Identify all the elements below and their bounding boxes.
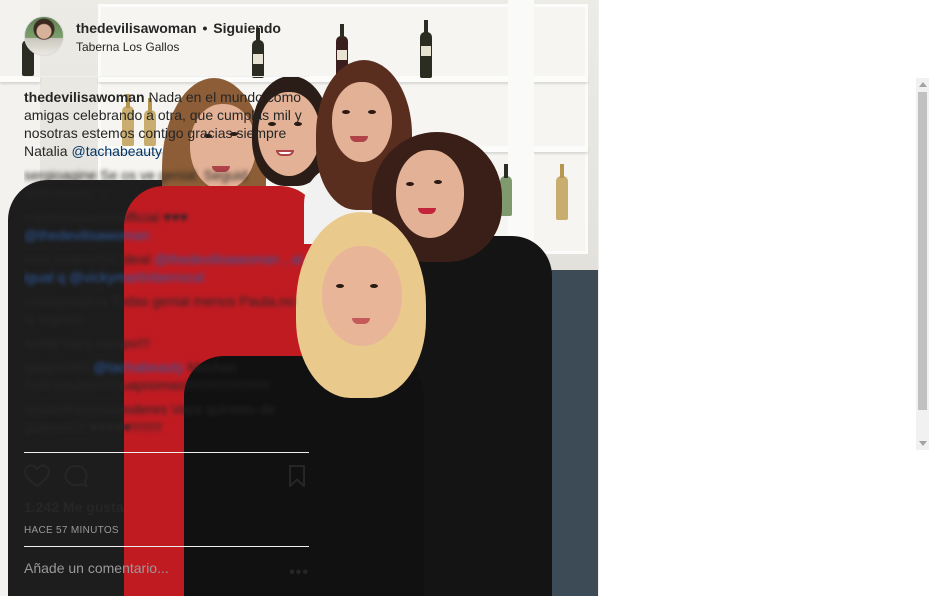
username-link[interactable]: thedevilisawoman bbox=[76, 20, 197, 36]
post-actions bbox=[23, 464, 312, 492]
comment-text: Vaya equipo!!! bbox=[61, 335, 150, 351]
comment-input[interactable] bbox=[24, 560, 274, 576]
comment-icon[interactable] bbox=[64, 464, 90, 490]
list-item: mos.motherfull Ideal @thedevilisawoman ,… bbox=[24, 250, 306, 286]
scroll-down-icon[interactable] bbox=[919, 441, 927, 446]
photo-pillar bbox=[508, 0, 534, 260]
comment-mention[interactable]: @thedevilisawoman bbox=[24, 227, 150, 243]
location-link[interactable]: Taberna Los Gallos bbox=[76, 40, 179, 54]
comment-username[interactable]: sergioagine bbox=[24, 167, 96, 183]
caption-mention[interactable]: @tachabeauty bbox=[71, 143, 162, 159]
post-header: thedevilisawoman • Siguiendo Taberna Los… bbox=[24, 16, 314, 60]
comment-text: ♥♥♥ bbox=[163, 209, 188, 225]
comments-list: thedevilisawoman Nada en el mundo como a… bbox=[24, 88, 306, 450]
list-item: marlovaquerizoofficial ♥♥♥ @thedevilisaw… bbox=[24, 208, 306, 244]
header-divider bbox=[24, 76, 309, 77]
actions-divider bbox=[24, 452, 309, 453]
scrollbar-thumb[interactable] bbox=[918, 92, 927, 410]
more-options-icon[interactable]: ••• bbox=[289, 564, 309, 582]
comment-username[interactable]: amldj bbox=[24, 335, 57, 351]
photo-bottle bbox=[556, 164, 568, 220]
scroll-up-icon[interactable] bbox=[919, 82, 927, 87]
post-timestamp[interactable]: HACE 57 MINUTOS bbox=[24, 525, 119, 536]
add-comment-bar: ••• bbox=[24, 560, 309, 584]
list-item: sergioagine Se os ve genial. Seguid disf… bbox=[24, 166, 306, 202]
comment-username[interactable]: cvallejosalina bbox=[24, 293, 107, 309]
comment-username[interactable]: mos.motherfull bbox=[24, 251, 116, 267]
comment-username[interactable]: laspiedrasysuspoderes bbox=[24, 401, 167, 417]
comment-divider bbox=[24, 546, 309, 547]
caption-username[interactable]: thedevilisawoman bbox=[24, 89, 145, 105]
photo-bottle bbox=[420, 20, 432, 78]
post-caption: thedevilisawoman Nada en el mundo como a… bbox=[24, 88, 306, 160]
header-separator: • bbox=[202, 20, 208, 36]
comments-scrollbar[interactable] bbox=[916, 78, 929, 450]
heart-icon[interactable] bbox=[23, 464, 51, 490]
likes-count[interactable]: 1.242 Me gusta bbox=[24, 499, 124, 515]
comment-text: Ideal bbox=[119, 251, 151, 267]
bookmark-icon[interactable] bbox=[286, 464, 312, 490]
avatar[interactable] bbox=[24, 16, 64, 56]
list-item: amldj Vaya equipo!!! bbox=[24, 334, 306, 352]
comment-mention[interactable]: @tachabeauty bbox=[93, 359, 184, 375]
comment-username[interactable]: marlovaquerizoofficial bbox=[24, 209, 159, 225]
header-line: thedevilisawoman • Siguiendo bbox=[76, 20, 281, 36]
post-side-panel bbox=[598, 0, 929, 596]
list-item: cvallejosalina Todas genial menos Paula,… bbox=[24, 292, 306, 328]
list-item: laspiedrasysuspoderes Vaya quinteto de g… bbox=[24, 400, 306, 436]
list-item: quique080 @tachabeauty Muchas Felicidade… bbox=[24, 358, 306, 394]
follow-status-button[interactable]: Siguiendo bbox=[213, 20, 281, 36]
comment-username[interactable]: quique080 bbox=[24, 359, 89, 375]
